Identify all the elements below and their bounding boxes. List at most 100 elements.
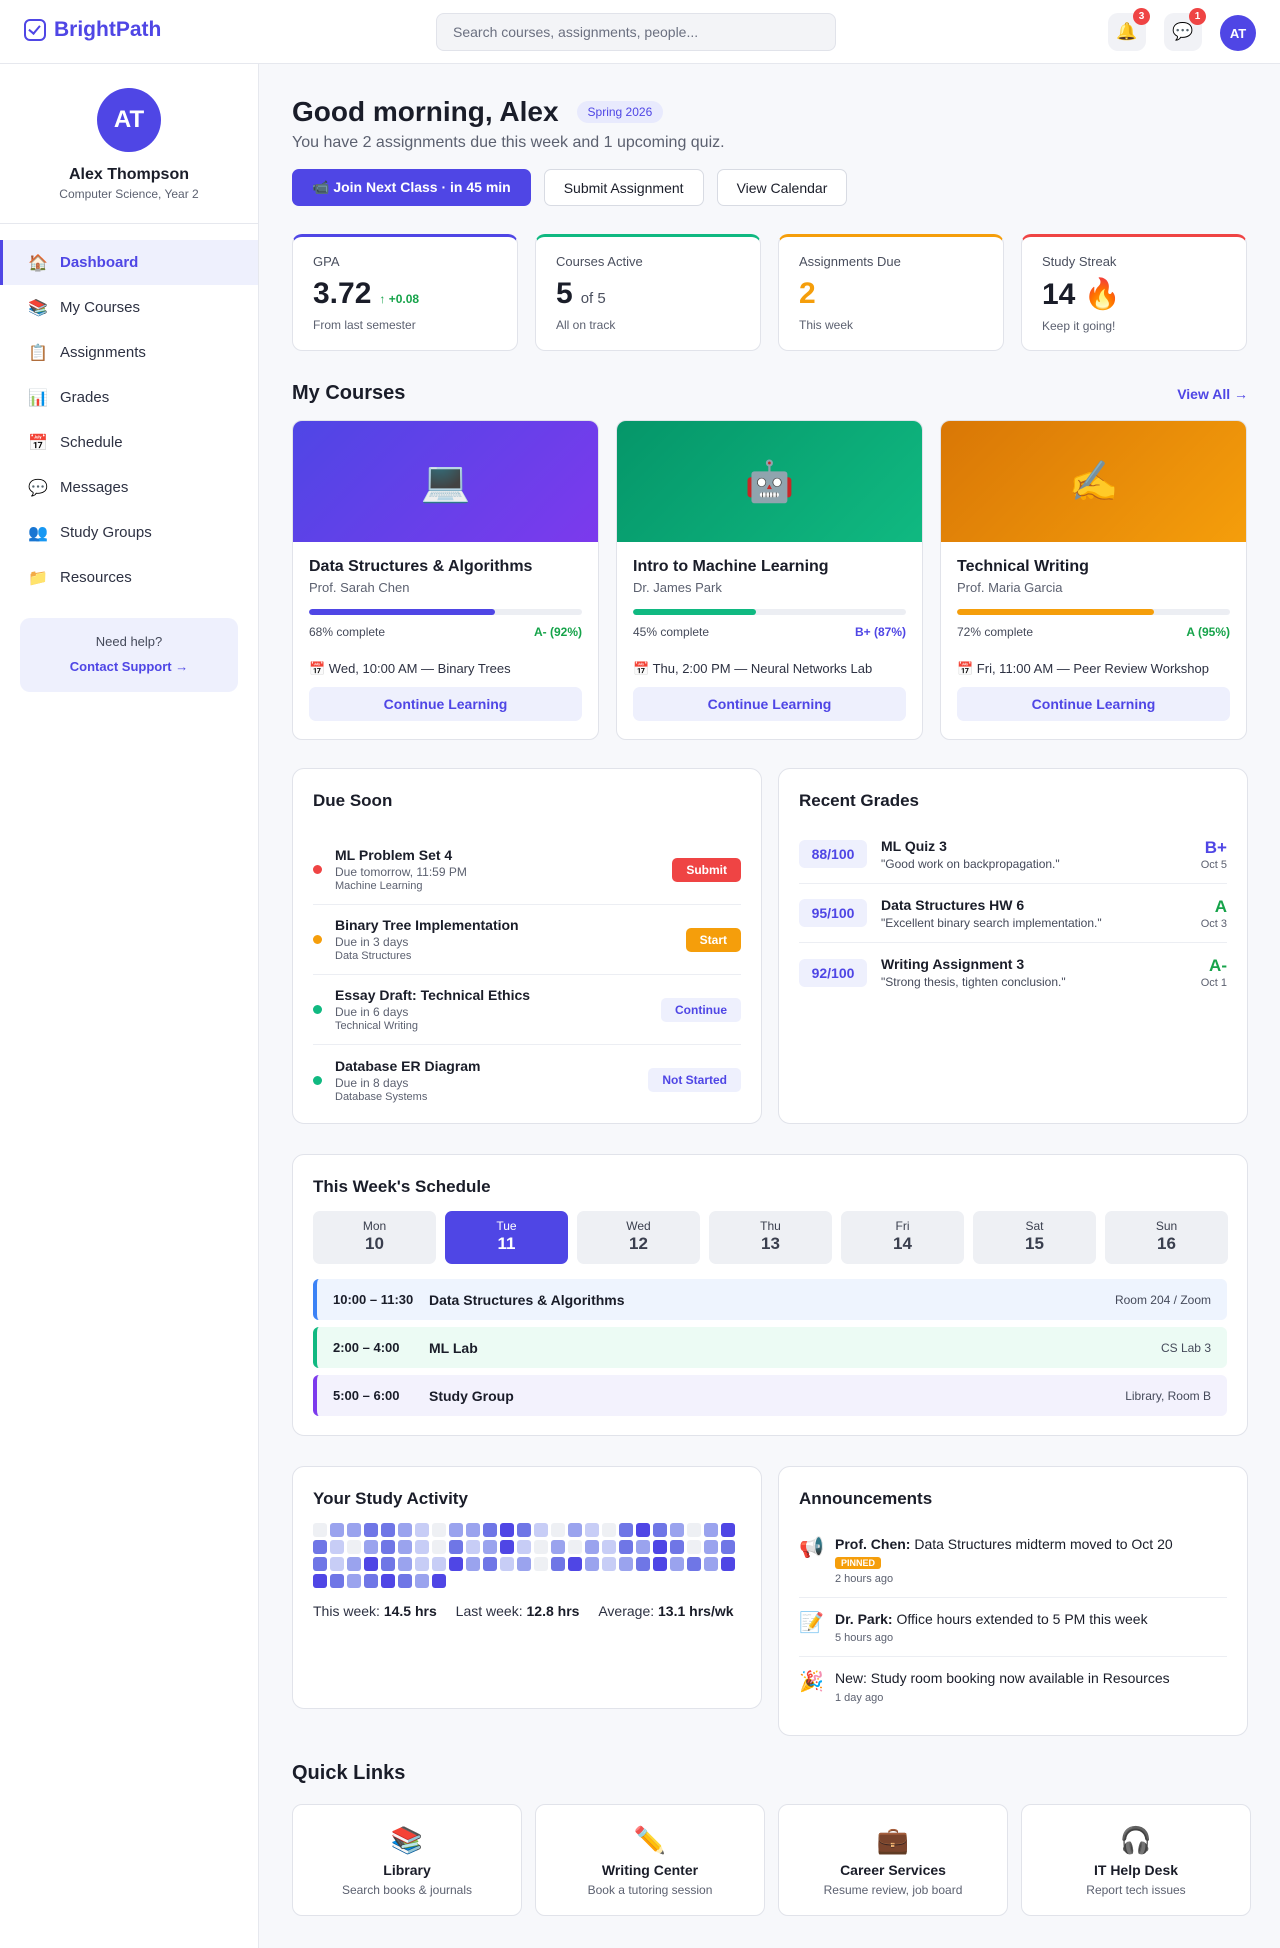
notifications-button[interactable]: 🔔 3: [1108, 8, 1150, 51]
assignment-due: Due tomorrow, 11:59 PM: [335, 865, 467, 879]
action-buttons: 📹 Join Next Class · in 45 min Submit Ass…: [292, 169, 848, 206]
continue-learning-button[interactable]: Continue Learning: [957, 687, 1230, 721]
sidebar-nav: 🏠 Dashboard 📚 My Courses 📋 Assignments 📊 Grades…: [0, 240, 258, 600]
stat-label: Assignments Due: [799, 254, 901, 269]
sidebar-item-grades[interactable]: 📊 Grades: [0, 375, 258, 420]
heatmap-cell: [483, 1557, 497, 1571]
schedule-slot[interactable]: 5:00 – 6:00 Study Group Library, Room B: [313, 1375, 1227, 1416]
day-date: 11: [497, 1234, 516, 1253]
stat-suffix: of 5: [580, 290, 606, 307]
continue-learning-button[interactable]: Continue Learning: [633, 687, 906, 721]
stat-last-week: Last week: 12.8 hrs: [456, 1603, 599, 1619]
stat-value-row: 5 of 5: [556, 277, 740, 311]
profile-subtitle: Computer Science, Year 2: [59, 187, 199, 201]
study-activity-panel: Your Study Activity This week: 14.5 hrs …: [292, 1466, 762, 1709]
heatmap-cell: [398, 1557, 412, 1571]
schedule-slot[interactable]: 10:00 – 11:30 Data Structures & Algorithm…: [313, 1279, 1227, 1320]
this-week-label: This week:: [313, 1603, 380, 1619]
join-class-button[interactable]: 📹 Join Next Class · in 45 min: [292, 169, 531, 206]
my-courses-icon: 📚: [28, 299, 48, 317]
course-card[interactable]: ✍️ Technical Writing Prof. Maria Garcia 72%…: [940, 420, 1247, 740]
quick-link-it-help-desk[interactable]: 🎧 IT Help Desk Report tech issues: [1021, 1804, 1251, 1916]
start-button[interactable]: Start: [685, 927, 741, 952]
progress-row: 68% complete A- (92%): [309, 625, 582, 639]
heatmap-cell: [568, 1523, 582, 1537]
user-avatar[interactable]: AT: [1220, 15, 1256, 51]
announcement-item[interactable]: 📢 Prof. Chen: Data Structures midterm mov…: [799, 1523, 1227, 1599]
quick-link-subtitle: Report tech issues: [1086, 1883, 1186, 1897]
assignment-title: ML Problem Set 4: [335, 847, 453, 863]
heatmap-cell: [415, 1557, 429, 1571]
announcement-item[interactable]: 🎉 New: Study room booking now available i…: [799, 1657, 1227, 1715]
grade-row[interactable]: 95/100 Data Structures HW 6 "Excellent bin…: [799, 884, 1227, 943]
heatmap-cell: [704, 1540, 718, 1554]
not-started-button[interactable]: Not Started: [648, 1068, 741, 1092]
stat-card-gpa: GPA 3.72 ↑ +0.08 From last semester: [292, 234, 518, 351]
view-calendar-button[interactable]: View Calendar: [716, 169, 848, 206]
quick-link-subtitle: Book a tutoring session: [587, 1883, 713, 1897]
sidebar-item-resources[interactable]: 📁 Resources: [0, 555, 258, 600]
quick-link-career-services[interactable]: 💼 Career Services Resume review, job board: [778, 1804, 1008, 1916]
day-tab-mon[interactable]: Mon 10: [313, 1211, 436, 1264]
view-all-courses-link[interactable]: View All →: [1177, 386, 1248, 402]
heatmap-cell: [347, 1557, 361, 1571]
course-name[interactable]: Intro to Machine Learning: [633, 558, 906, 576]
app-name: BrightPath: [54, 18, 162, 41]
dashboard-icon: 🏠: [28, 254, 48, 272]
sidebar-item-study-groups[interactable]: 👥 Study Groups: [0, 510, 258, 555]
search-input[interactable]: [436, 13, 836, 51]
submit-assignment-button[interactable]: Submit Assignment: [543, 169, 704, 206]
heatmap-cell: [500, 1523, 514, 1537]
schedule-slot[interactable]: 2:00 – 4:00 ML Lab CS Lab 3: [313, 1327, 1227, 1368]
day-tab-wed[interactable]: Wed 12: [577, 1211, 700, 1264]
assignment-due: Due in 8 days: [335, 1075, 409, 1090]
heatmap-cell: [364, 1523, 378, 1537]
it-help-desk-icon: 🎧: [1119, 1825, 1153, 1855]
sidebar-item-dashboard[interactable]: 🏠 Dashboard: [0, 240, 258, 285]
quick-link-library[interactable]: 📚 Library Search books & journals: [292, 1804, 522, 1916]
sidebar-item-label: Resources: [60, 569, 132, 586]
sidebar-item-messages[interactable]: 💬 Messages: [0, 465, 258, 510]
brand[interactable]: BrightPath: [24, 18, 161, 42]
heatmap-cell: [619, 1523, 633, 1537]
heatmap-cell: [381, 1523, 395, 1537]
day-tab-sat[interactable]: Sat 15: [973, 1211, 1096, 1264]
next-session: 📅 Wed, 10:00 AM — Binary Trees: [309, 661, 511, 676]
messages-button[interactable]: 💬 1: [1164, 8, 1206, 51]
day-tab-thu[interactable]: Thu 13: [709, 1211, 832, 1264]
sidebar-item-my-courses[interactable]: 📚 My Courses: [0, 285, 258, 330]
grade-row[interactable]: 92/100 Writing Assignment 3 "Strong thesis…: [799, 943, 1227, 1002]
course-card[interactable]: 🤖 Intro to Machine Learning Dr. James Park…: [616, 420, 923, 740]
stat-value: 14 🔥: [1042, 278, 1122, 311]
course-banner: ✍️: [941, 421, 1246, 542]
day-tab-sun[interactable]: Sun 16: [1105, 1211, 1228, 1264]
continue-learning-button[interactable]: Continue Learning: [309, 687, 582, 721]
sidebar-item-assignments[interactable]: 📋 Assignments: [0, 330, 258, 375]
assignment-title: Database ER Diagram: [335, 1057, 481, 1074]
course-professor: Prof. Maria Garcia: [957, 580, 1063, 595]
continue-button[interactable]: Continue: [661, 997, 741, 1022]
contact-support-link[interactable]: Contact Support →: [20, 659, 238, 674]
announcement-item[interactable]: 📝 Dr. Park: Office hours extended to 5 PM…: [799, 1598, 1227, 1658]
assignment-row[interactable]: Essay Draft: Technical Ethics Due in 6 da…: [313, 975, 741, 1045]
progress-label: 72% complete: [957, 625, 1034, 639]
heatmap-cell: [517, 1557, 531, 1571]
heatmap-cell: [364, 1557, 378, 1571]
course-card[interactable]: 💻 Data Structures & Algorithms Prof. Sarah…: [292, 420, 599, 740]
quick-link-writing-center[interactable]: ✏️ Writing Center Book a tutoring session: [535, 1804, 765, 1916]
profile-avatar[interactable]: AT: [97, 88, 161, 152]
next-session: 📅 Fri, 11:00 AM — Peer Review Workshop: [957, 661, 1209, 676]
day-tab-fri[interactable]: Fri 14: [841, 1211, 964, 1264]
assignment-row[interactable]: ML Problem Set 4 Due tomorrow, 11:59 PM Ma…: [313, 835, 741, 905]
grade-row[interactable]: 88/100 ML Quiz 3 "Good work on backpropaga…: [799, 825, 1227, 884]
assignments-icon: 📋: [28, 344, 48, 362]
sidebar-item-schedule[interactable]: 📅 Schedule: [0, 420, 258, 465]
stat-delta: ↑ +0.08: [379, 292, 420, 306]
assignment-row[interactable]: Database ER Diagram Due in 8 days Database…: [313, 1045, 741, 1115]
course-name[interactable]: Technical Writing: [957, 558, 1230, 576]
assignment-row[interactable]: Binary Tree Implementation Due in 3 days D…: [313, 905, 741, 975]
submit-button[interactable]: Submit: [672, 857, 741, 882]
assignment-title: Essay Draft: Technical Ethics: [335, 987, 531, 1003]
day-tab-tue[interactable]: Tue 11: [445, 1211, 568, 1264]
course-name[interactable]: Data Structures & Algorithms: [309, 558, 582, 576]
